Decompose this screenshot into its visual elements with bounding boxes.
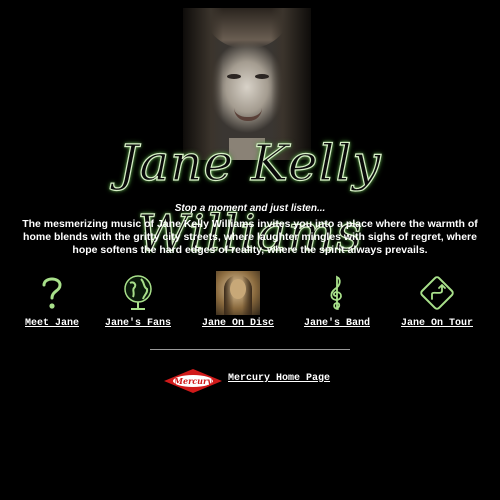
- album-cover-icon[interactable]: [196, 270, 280, 315]
- road-sign-icon[interactable]: [395, 270, 479, 315]
- question-mark-icon[interactable]: [22, 270, 82, 315]
- mercury-logo-text: Mercury: [173, 376, 213, 386]
- artist-name-logo: Jane Kelly Williams: [118, 133, 382, 262]
- tagline: Stop a moment and just listen...: [174, 203, 326, 214]
- treble-clef-icon[interactable]: [299, 270, 375, 315]
- nav-janes-band[interactable]: Jane's Band: [299, 270, 375, 329]
- mercury-home-link[interactable]: Mercury Home Page: [228, 373, 330, 384]
- mercury-logo[interactable]: Mercury: [163, 368, 223, 394]
- nav-label-janes-band[interactable]: Jane's Band: [299, 318, 375, 329]
- intro-blurb: The mesmerizing music of Jane Kelly Will…: [22, 218, 478, 256]
- nav-label-janes-fans[interactable]: Jane's Fans: [100, 318, 176, 329]
- divider: [150, 349, 350, 350]
- globe-icon[interactable]: [100, 270, 176, 315]
- nav-label-jane-on-disc[interactable]: Jane On Disc: [196, 318, 280, 329]
- nav-label-jane-on-tour[interactable]: Jane On Tour: [395, 318, 479, 329]
- nav-label-meet-jane[interactable]: Meet Jane: [22, 318, 82, 329]
- nav-meet-jane[interactable]: Meet Jane: [22, 270, 82, 329]
- nav-jane-on-tour[interactable]: Jane On Tour: [395, 270, 479, 329]
- nav-janes-fans[interactable]: Jane's Fans: [100, 270, 176, 329]
- nav-jane-on-disc[interactable]: Jane On Disc: [196, 270, 280, 329]
